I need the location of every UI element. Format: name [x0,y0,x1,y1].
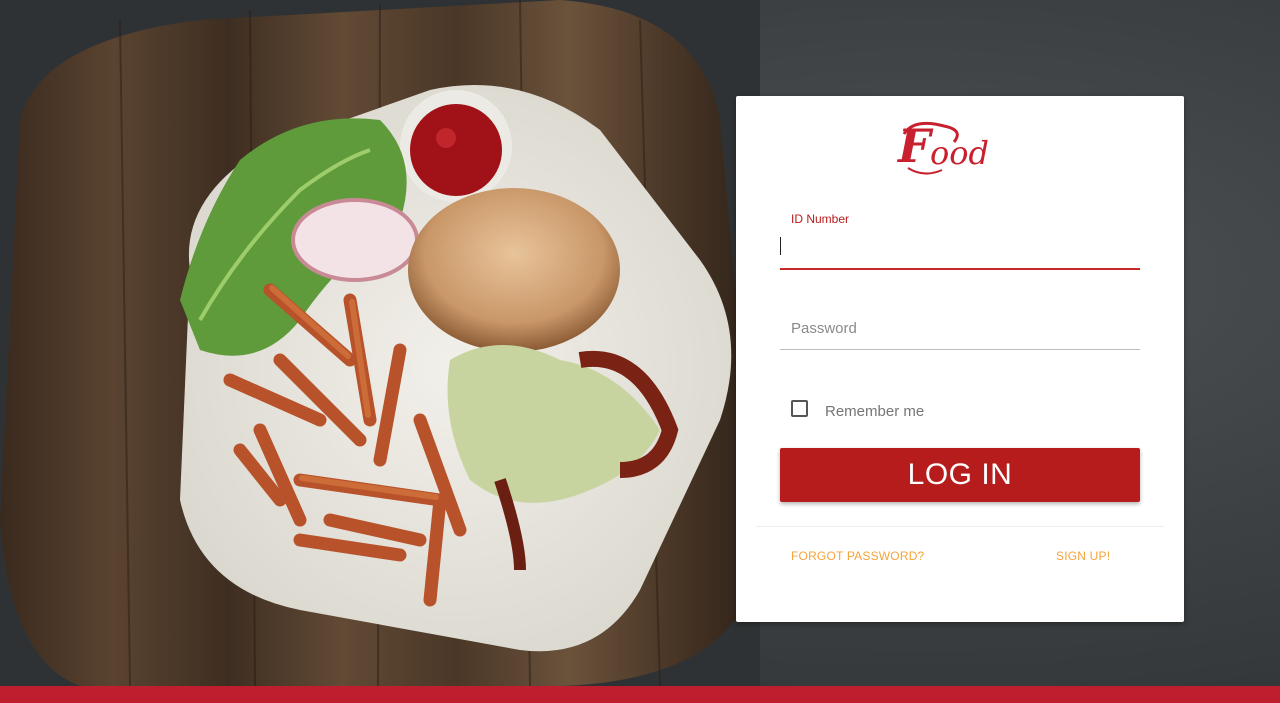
food-photo-background [0,0,760,686]
food-logo: F ood [896,119,989,175]
bottom-bar [0,686,1280,703]
id-number-field: ID Number [780,208,1140,272]
password-underline [780,349,1140,350]
remember-me-checkbox[interactable] [791,399,808,417]
login-card: F ood ID Number Remember me LOG IN FORGO… [736,96,1184,622]
login-button[interactable]: LOG IN [780,448,1140,502]
text-cursor [780,237,781,255]
forgot-password-link[interactable]: FORGOT PASSWORD? [791,549,924,563]
sign-up-link[interactable]: SIGN UP! [1056,549,1110,563]
id-number-label: ID Number [791,212,850,226]
remember-me-row[interactable]: Remember me [791,398,925,420]
remember-me-label: Remember me [825,402,925,420]
id-number-input[interactable] [780,233,1140,261]
svg-text:ood: ood [930,134,989,172]
password-field [780,310,1140,352]
id-number-underline [780,268,1140,270]
svg-text:F: F [896,119,934,173]
login-page: F ood ID Number Remember me LOG IN FORGO… [0,0,1280,703]
password-input[interactable] [780,314,1140,342]
divider [756,526,1164,527]
